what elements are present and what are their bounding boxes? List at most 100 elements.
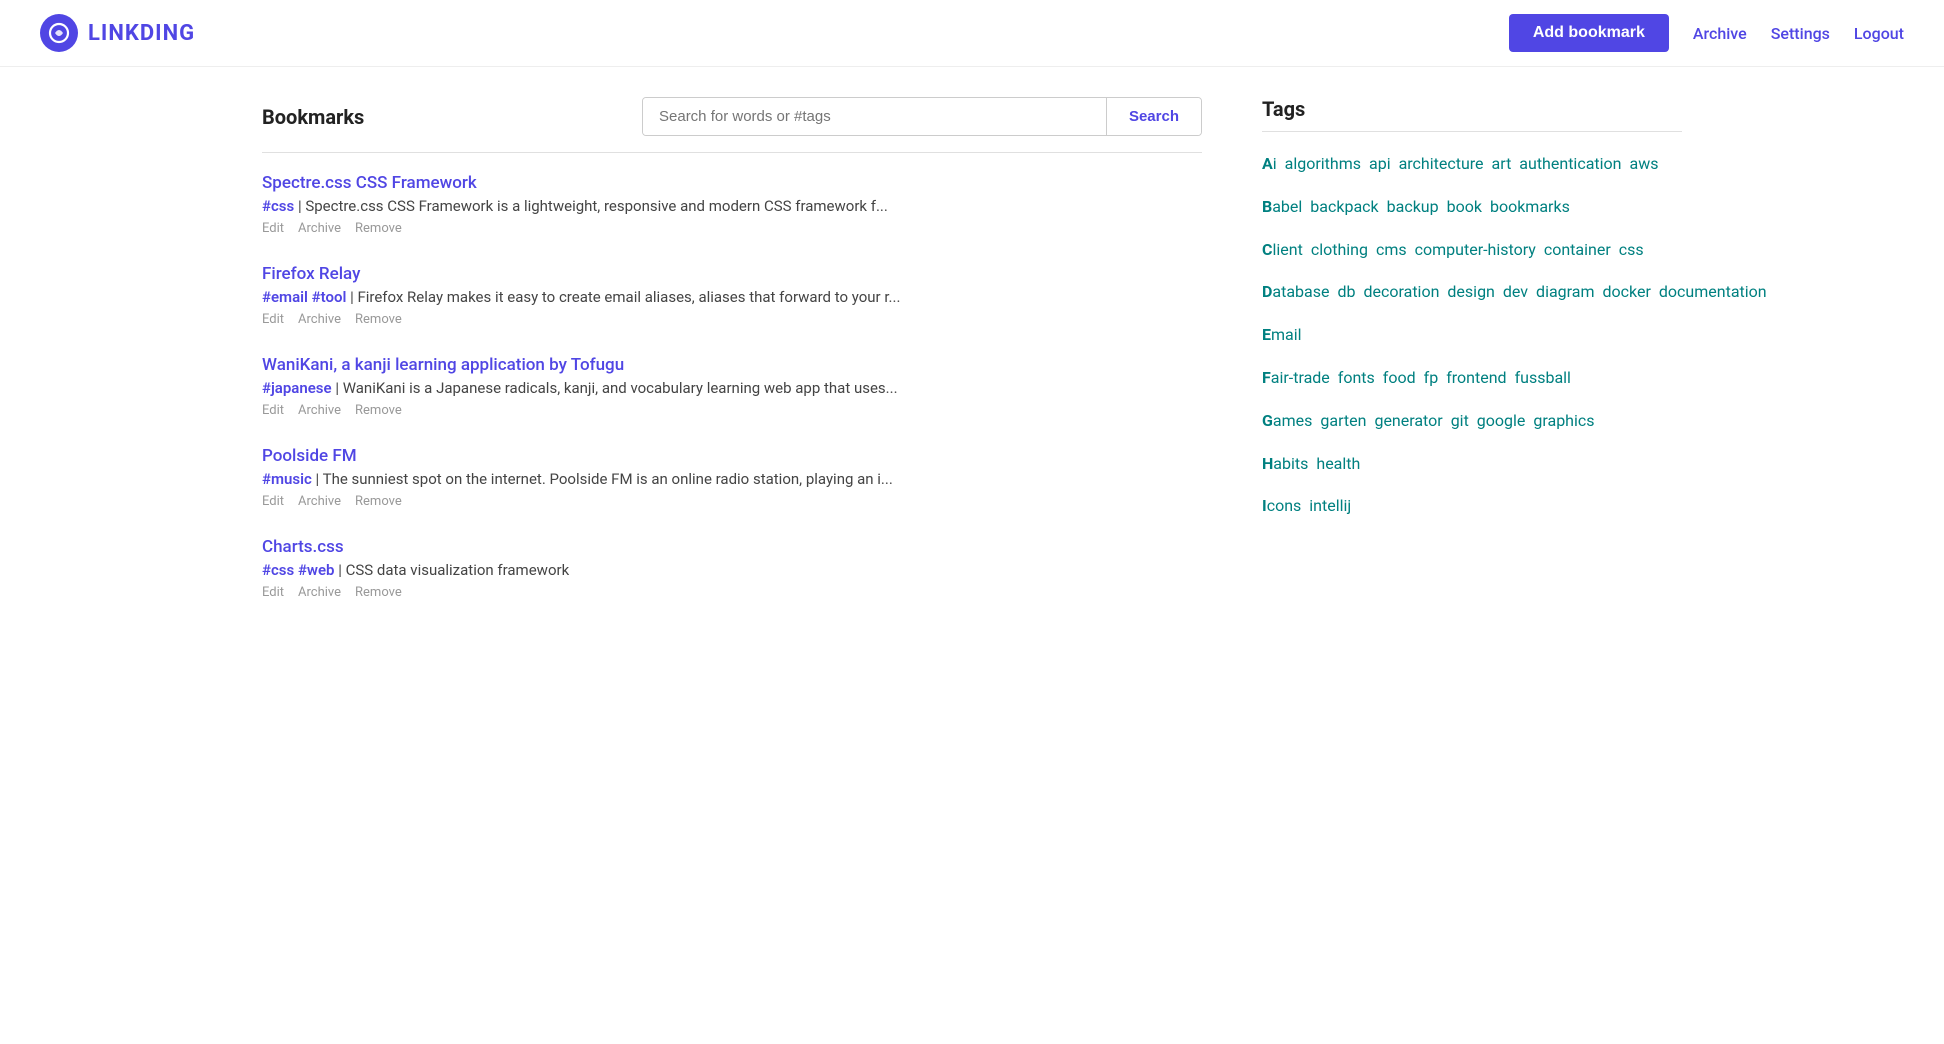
tag-link[interactable]: fussball bbox=[1515, 368, 1571, 387]
search-bar: Search bbox=[642, 97, 1202, 136]
tag-link[interactable]: design bbox=[1447, 282, 1494, 301]
tag-link[interactable]: Database bbox=[1262, 282, 1329, 301]
bookmark-title[interactable]: Poolside FM bbox=[262, 446, 1202, 466]
tag-link[interactable]: Habits bbox=[1262, 454, 1308, 473]
bookmark-action-archive[interactable]: Archive bbox=[298, 403, 341, 418]
header-nav: Add bookmark Archive Settings Logout bbox=[1509, 14, 1904, 52]
search-button[interactable]: Search bbox=[1106, 98, 1201, 135]
tag-group: Email bbox=[1262, 321, 1682, 350]
bookmark-description: #css | Spectre.css CSS Framework is a li… bbox=[262, 197, 1202, 215]
tag-link[interactable]: container bbox=[1544, 240, 1611, 259]
bookmarks-title: Bookmarks bbox=[262, 105, 364, 129]
tags-divider bbox=[1262, 131, 1682, 132]
tag-link[interactable]: bookmarks bbox=[1490, 197, 1570, 216]
bookmark-tags: #email #tool bbox=[262, 288, 346, 306]
bookmark-title[interactable]: Spectre.css CSS Framework bbox=[262, 173, 1202, 193]
tag-link[interactable]: css bbox=[1619, 240, 1644, 259]
tag-link[interactable]: Ai bbox=[1262, 154, 1277, 173]
bookmark-action-edit[interactable]: Edit bbox=[262, 312, 284, 327]
tag-letter: E bbox=[1262, 325, 1271, 344]
tag-letter: B bbox=[1262, 197, 1272, 216]
tag-link[interactable]: Fair-trade bbox=[1262, 368, 1330, 387]
tag-link[interactable]: book bbox=[1447, 197, 1482, 216]
logo[interactable]: LINKDING bbox=[40, 14, 195, 52]
tag-link[interactable]: Babel bbox=[1262, 197, 1302, 216]
tag-letter: D bbox=[1262, 282, 1272, 301]
tag-link[interactable]: graphics bbox=[1533, 411, 1594, 430]
bookmark-tags: #music bbox=[262, 470, 312, 488]
bookmark-action-remove[interactable]: Remove bbox=[355, 221, 402, 236]
tag-link[interactable]: authentication bbox=[1519, 154, 1621, 173]
bookmarks-divider bbox=[262, 152, 1202, 153]
tags-title: Tags bbox=[1262, 97, 1682, 121]
bookmark-description: #email #tool | Firefox Relay makes it ea… bbox=[262, 288, 1202, 306]
tag-letter: A bbox=[1262, 154, 1273, 173]
tag-link[interactable]: aws bbox=[1629, 154, 1658, 173]
tag-link[interactable]: cms bbox=[1376, 240, 1407, 259]
bookmark-action-edit[interactable]: Edit bbox=[262, 221, 284, 236]
tags-section: Tags Ai algorithms api architecture art authe… bbox=[1262, 97, 1682, 628]
tag-link[interactable]: health bbox=[1316, 454, 1360, 473]
bookmark-title[interactable]: Firefox Relay bbox=[262, 264, 1202, 284]
tag-link[interactable]: food bbox=[1383, 368, 1416, 387]
tag-link[interactable]: fp bbox=[1424, 368, 1439, 387]
tag-link[interactable]: architecture bbox=[1399, 154, 1484, 173]
tag-link[interactable]: garten bbox=[1320, 411, 1366, 430]
tag-link[interactable]: db bbox=[1337, 282, 1355, 301]
tag-link[interactable]: generator bbox=[1374, 411, 1442, 430]
bookmark-item: Spectre.css CSS Framework #css | Spectre.… bbox=[262, 173, 1202, 236]
bookmark-action-archive[interactable]: Archive bbox=[298, 494, 341, 509]
tag-link[interactable]: google bbox=[1477, 411, 1526, 430]
bookmark-action-archive[interactable]: Archive bbox=[298, 221, 341, 236]
tag-letter: F bbox=[1262, 368, 1271, 387]
tag-link[interactable]: fonts bbox=[1338, 368, 1375, 387]
bookmark-action-remove[interactable]: Remove bbox=[355, 312, 402, 327]
tag-link[interactable]: documentation bbox=[1659, 282, 1767, 301]
tag-link[interactable]: frontend bbox=[1446, 368, 1506, 387]
tag-link[interactable]: backup bbox=[1387, 197, 1439, 216]
tag-link[interactable]: Icons bbox=[1262, 496, 1301, 515]
tag-link[interactable]: computer-history bbox=[1415, 240, 1536, 259]
tag-link[interactable]: intellij bbox=[1309, 496, 1351, 515]
bookmark-title[interactable]: WaniKani, a kanji learning application b… bbox=[262, 355, 1202, 375]
tags-list: Ai algorithms api architecture art authentica… bbox=[1262, 150, 1682, 521]
archive-link[interactable]: Archive bbox=[1693, 24, 1747, 43]
bookmark-action-remove[interactable]: Remove bbox=[355, 494, 402, 509]
bookmark-description: #japanese | WaniKani is a Japanese radic… bbox=[262, 379, 1202, 397]
bookmark-action-edit[interactable]: Edit bbox=[262, 403, 284, 418]
bookmark-action-remove[interactable]: Remove bbox=[355, 585, 402, 600]
search-input[interactable] bbox=[643, 98, 1106, 135]
tag-link[interactable]: Client bbox=[1262, 240, 1303, 259]
tag-link[interactable]: Games bbox=[1262, 411, 1312, 430]
bookmark-action-archive[interactable]: Archive bbox=[298, 312, 341, 327]
tag-group: Ai algorithms api architecture art authentica… bbox=[1262, 150, 1682, 179]
bookmark-actions: Edit Archive Remove bbox=[262, 403, 1202, 418]
bookmark-item: Firefox Relay #email #tool | Firefox Rela… bbox=[262, 264, 1202, 327]
tag-letter: H bbox=[1262, 454, 1273, 473]
tag-link[interactable]: backpack bbox=[1310, 197, 1378, 216]
logout-link[interactable]: Logout bbox=[1854, 24, 1904, 43]
settings-link[interactable]: Settings bbox=[1771, 24, 1830, 43]
tag-link[interactable]: docker bbox=[1603, 282, 1651, 301]
tag-group: Icons intellij bbox=[1262, 492, 1682, 521]
bookmark-tags: #japanese bbox=[262, 379, 332, 397]
tag-link[interactable]: algorithms bbox=[1285, 154, 1361, 173]
bookmark-actions: Edit Archive Remove bbox=[262, 494, 1202, 509]
tag-link[interactable]: dev bbox=[1503, 282, 1528, 301]
bookmark-action-remove[interactable]: Remove bbox=[355, 403, 402, 418]
tag-group: Games garten generator git google graphics bbox=[1262, 407, 1682, 436]
bookmarks-list: Spectre.css CSS Framework #css | Spectre.… bbox=[262, 173, 1202, 600]
bookmark-action-edit[interactable]: Edit bbox=[262, 494, 284, 509]
tag-link[interactable]: decoration bbox=[1364, 282, 1440, 301]
tag-link[interactable]: git bbox=[1451, 411, 1469, 430]
bookmark-title[interactable]: Charts.css bbox=[262, 537, 1202, 557]
bookmark-action-edit[interactable]: Edit bbox=[262, 585, 284, 600]
tag-link[interactable]: clothing bbox=[1311, 240, 1368, 259]
tag-link[interactable]: api bbox=[1369, 154, 1391, 173]
tag-link[interactable]: art bbox=[1492, 154, 1512, 173]
tag-link[interactable]: diagram bbox=[1536, 282, 1594, 301]
tag-group: Babel backpack backup book bookmarks bbox=[1262, 193, 1682, 222]
tag-link[interactable]: Email bbox=[1262, 325, 1302, 344]
bookmark-action-archive[interactable]: Archive bbox=[298, 585, 341, 600]
add-bookmark-button[interactable]: Add bookmark bbox=[1509, 14, 1669, 52]
